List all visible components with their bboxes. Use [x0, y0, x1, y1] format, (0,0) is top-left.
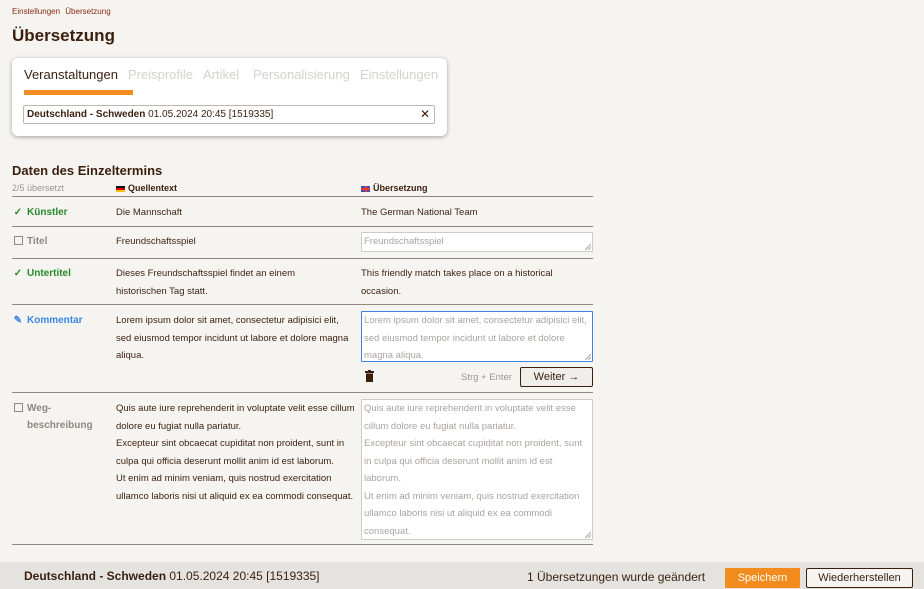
divider [12, 304, 593, 305]
checkbox-icon [13, 236, 23, 245]
row-label-comment: ✎ Kommentar [12, 312, 83, 329]
row-label-subtitle: ✓ Untertitel [12, 265, 71, 282]
divider [12, 196, 593, 197]
translation-column-header: Übersetzung [361, 183, 428, 193]
source-text-title: Freundschaftsspiel [116, 236, 196, 247]
page-title: Übersetzung [12, 26, 115, 45]
trash-icon[interactable] [365, 370, 374, 382]
divider [12, 258, 593, 259]
tab-events[interactable]: Veranstaltungen [24, 67, 118, 82]
german-flag-icon [116, 185, 125, 192]
row-label-artist: ✓ Künstler [12, 204, 68, 221]
translation-text-subtitle[interactable]: This friendly match takes place on a his… [361, 265, 592, 300]
translated-count: 2/5 übersetzt [12, 183, 65, 193]
translation-input-directions[interactable]: Quis aute iure reprehenderit in voluptat… [361, 399, 593, 540]
divider [12, 226, 593, 227]
resize-handle-icon[interactable] [585, 354, 591, 360]
row-label-title: Titel [12, 233, 47, 250]
pencil-icon: ✎ [13, 315, 23, 326]
breadcrumb-item-translation[interactable]: Übersetzung [65, 7, 110, 16]
active-tab-indicator [24, 90, 133, 95]
checkbox-icon [13, 403, 23, 412]
breadcrumb: Einstellungen Übersetzung [12, 7, 114, 16]
save-button[interactable]: Speichern [725, 568, 800, 588]
source-text-artist: Die Mannschaft [116, 207, 183, 218]
footer-event: Deutschland - Schweden 01.05.2024 20:45 … [24, 569, 320, 583]
tabs-card: Veranstaltungen Preisprofile Artikel Per… [12, 58, 447, 136]
source-text-comment: Lorem ipsum dolor sit amet, consectetur … [116, 315, 349, 361]
divider [12, 392, 593, 393]
check-icon: ✓ [13, 207, 23, 218]
shortcut-hint: Strg + Enter [461, 372, 512, 383]
tab-personalization[interactable]: Personalisierung [253, 67, 350, 82]
footer-bar: Deutschland - Schweden 01.05.2024 20:45 … [0, 562, 924, 589]
tab-price-profiles[interactable]: Preisprofile [128, 67, 193, 82]
resize-handle-icon[interactable] [585, 244, 591, 250]
next-button[interactable]: Weiter → [520, 367, 593, 387]
translation-text-artist[interactable]: The German National Team [361, 204, 592, 222]
reset-button[interactable]: Wiederherstellen [806, 568, 913, 588]
event-details: 01.05.2024 20:45 [1519335] [148, 109, 274, 120]
check-icon: ✓ [13, 268, 23, 279]
breadcrumb-item-settings[interactable]: Einstellungen [12, 7, 60, 16]
event-select[interactable]: Deutschland - Schweden 01.05.2024 20:45 … [23, 105, 435, 124]
resize-handle-icon[interactable] [585, 532, 591, 538]
tab-articles[interactable]: Artikel [203, 67, 239, 82]
change-status: 1 Übersetzungen wurde geändert [527, 570, 706, 584]
translation-input-title[interactable]: Freundschaftsspiel [361, 232, 593, 252]
source-column-header: Quellentext [116, 183, 177, 193]
translation-input-comment[interactable]: Lorem ipsum dolor sit amet, consectetur … [361, 311, 593, 362]
event-name: Deutschland - Schweden [27, 109, 146, 120]
source-text-directions: Quis aute iure reprehenderit in voluptat… [116, 403, 355, 502]
arrow-right-icon: → [568, 371, 580, 383]
british-flag-icon [361, 185, 370, 192]
divider [12, 544, 593, 545]
section-title: Daten des Einzeltermins [12, 163, 163, 178]
source-text-subtitle: Dieses Freundschaftsspiel findet an eine… [116, 268, 296, 297]
tab-settings[interactable]: Einstellungen [360, 67, 438, 82]
row-label-directions: Weg- beschreibung [12, 400, 93, 434]
close-icon[interactable]: ✕ [420, 106, 430, 123]
